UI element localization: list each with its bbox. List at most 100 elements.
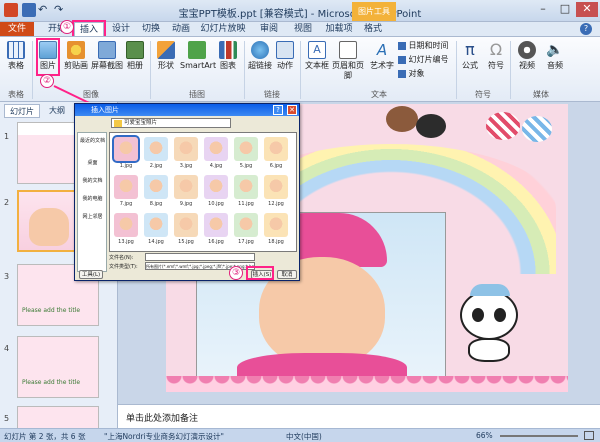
wordart-button[interactable]: A 艺术字 [368, 41, 396, 71]
tab-design[interactable]: 设计 [108, 22, 134, 36]
group-text: 文本 [371, 90, 387, 99]
thumb-caption: Please add the title [22, 379, 81, 386]
dialog-close-icon[interactable]: ✕ [287, 105, 297, 115]
smartart-button[interactable]: SmartArt [180, 41, 217, 71]
place-desktop[interactable]: 桌面 [79, 159, 106, 166]
object-button[interactable]: 对象 [398, 69, 454, 79]
image-file-thumbnail[interactable] [114, 175, 138, 199]
video-button[interactable]: 视频 [514, 41, 540, 71]
equation-button[interactable]: π 公式 [458, 41, 482, 71]
action-button[interactable]: 动作 [274, 41, 296, 71]
zoom-level[interactable]: 66% [476, 431, 493, 440]
image-file-thumbnail[interactable] [174, 137, 198, 161]
help-icon[interactable]: ? [580, 23, 592, 35]
image-file-thumbnail[interactable] [264, 137, 288, 161]
image-file-name: 11.jpg [238, 201, 254, 207]
datetime-button[interactable]: 日期和时间 [398, 41, 454, 51]
textbox-button[interactable]: A 文本框 [304, 41, 330, 71]
image-file-name: 2.jpg [149, 163, 163, 169]
tab-transitions[interactable]: 切换 [138, 22, 164, 36]
image-file-thumbnail[interactable] [234, 175, 258, 199]
bear-icon [386, 106, 418, 132]
slide-thumbnail-5[interactable] [17, 406, 99, 430]
image-file-thumbnail[interactable] [264, 213, 288, 237]
fit-slide-icon[interactable] [584, 431, 594, 440]
tab-review[interactable]: 审阅 [256, 22, 282, 36]
screenshot-label: 屏幕截图 [91, 61, 123, 70]
clipart-button[interactable]: 剪贴画 [62, 41, 90, 71]
symbol-button[interactable]: Ω 符号 [484, 41, 508, 71]
close-button[interactable]: ✕ [576, 2, 598, 17]
image-file-thumbnail[interactable] [234, 137, 258, 161]
image-file-thumbnail[interactable] [204, 175, 228, 199]
album-button[interactable]: 相册 [124, 41, 146, 71]
window-title: 宝宝PPT模板.ppt [兼容模式] - Microsoft PowerPoin… [178, 9, 422, 20]
tab-format[interactable]: 格式 [358, 22, 388, 36]
table-button[interactable]: 表格 [4, 41, 28, 71]
image-file-thumbnail[interactable] [174, 175, 198, 199]
screenshot-button[interactable]: 屏幕截图 [90, 41, 124, 71]
maximize-button[interactable]: □ [554, 2, 576, 17]
header-footer-label: 页眉和页脚 [332, 61, 364, 80]
minimize-button[interactable]: – [532, 2, 554, 17]
slide-number: 4 [4, 344, 10, 353]
slide-number: 3 [4, 272, 10, 281]
image-file-thumbnail[interactable] [264, 175, 288, 199]
image-file-thumbnail[interactable] [234, 213, 258, 237]
tab-animations[interactable]: 动画 [168, 22, 194, 36]
object-icon [398, 69, 406, 78]
header-footer-button[interactable]: 页眉和页脚 [330, 41, 366, 81]
shapes-button[interactable]: 形状 [154, 41, 178, 71]
place-computer[interactable]: 我的电脑 [79, 195, 106, 202]
textbox-label: 文本框 [305, 61, 329, 70]
globe-icon [251, 41, 269, 59]
filetype-label: 文件类型(T): [109, 264, 138, 270]
zoom-slider[interactable] [500, 435, 578, 437]
dialog-help-icon[interactable]: ? [273, 105, 283, 115]
datetime-label: 日期和时间 [408, 41, 449, 50]
heart-icon [486, 112, 520, 140]
image-file-thumbnail[interactable] [112, 135, 140, 163]
slide-thumbnail-4[interactable]: Please add the title [17, 336, 99, 398]
hyperlink-label: 超链接 [248, 61, 272, 70]
image-file-thumbnail[interactable] [144, 175, 168, 199]
image-file-thumbnail[interactable] [144, 137, 168, 161]
tab-slideshow[interactable]: 幻灯片放映 [198, 22, 248, 36]
image-file-thumbnail[interactable] [174, 213, 198, 237]
tab-slides[interactable]: 幻灯片 [4, 104, 40, 118]
look-in-combo[interactable]: 可爱宝宝照片 [111, 118, 231, 128]
audio-button[interactable]: 🔈 音频 [542, 41, 568, 71]
image-file-thumbnail[interactable] [114, 213, 138, 237]
tab-file[interactable]: 文件 [0, 22, 34, 36]
notes-placeholder: 单击此处添加备注 [126, 414, 199, 424]
place-documents[interactable]: 我的文档 [79, 177, 106, 184]
chart-button[interactable]: 图表 [216, 41, 240, 71]
tab-outline[interactable]: 大纲 [44, 104, 70, 118]
callout-1: ① [60, 20, 74, 34]
place-network[interactable]: 网上邻居 [79, 213, 106, 220]
filename-input[interactable] [145, 253, 255, 261]
place-recent[interactable]: 最近的文档 [79, 137, 106, 144]
tools-button[interactable]: 工具(L) [79, 270, 103, 279]
image-file-name: 9.jpg [179, 201, 193, 207]
smartart-label: SmartArt [180, 61, 217, 70]
group-links: 链接 [264, 90, 280, 99]
shapes-label: 形状 [158, 61, 174, 70]
symbol-label: 符号 [488, 61, 504, 70]
image-file-name: 12.jpg [268, 201, 284, 207]
tab-addins[interactable]: 加载项 [324, 22, 354, 36]
action-label: 动作 [277, 61, 293, 70]
cancel-button[interactable]: 取消 [277, 270, 297, 279]
image-file-thumbnail[interactable] [144, 213, 168, 237]
hyperlink-button[interactable]: 超链接 [248, 41, 272, 71]
slide-number-button[interactable]: 幻灯片编号 [398, 55, 454, 65]
screenshot-icon [98, 41, 116, 59]
group-tables: 表格 [8, 90, 24, 99]
image-file-name: 17.jpg [238, 239, 254, 245]
image-file-thumbnail[interactable] [204, 137, 228, 161]
notes-pane[interactable]: 单击此处添加备注 [118, 404, 600, 428]
wordart-label: 艺术字 [370, 61, 394, 70]
image-file-thumbnail[interactable] [204, 213, 228, 237]
tab-view[interactable]: 视图 [290, 22, 316, 36]
chart-icon [219, 41, 237, 59]
